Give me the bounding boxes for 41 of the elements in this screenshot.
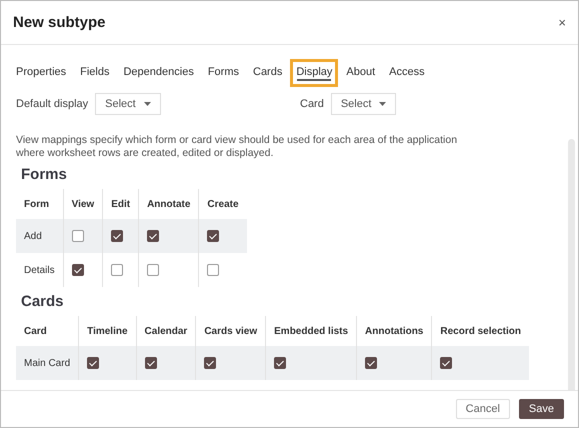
description-text: View mappings specify which form or card view should be used for each area of the application where worksheet rows are created, edited or displayed. [16, 134, 458, 160]
tab[interactable]: Dependencies [117, 59, 200, 87]
checkbox[interactable] [72, 264, 84, 276]
checkbox[interactable] [204, 357, 216, 369]
checkbox[interactable] [87, 357, 100, 369]
row-label: Details [16, 253, 64, 287]
save-button[interactable]: Save [518, 399, 564, 419]
column-header: Card [16, 316, 79, 346]
select-dropdown[interactable]: Select [330, 93, 396, 115]
row-label: Main Card [16, 346, 79, 380]
checkbox[interactable] [147, 230, 160, 242]
cancel-button[interactable]: Cancel [456, 399, 510, 419]
section-heading: Cards [21, 293, 65, 310]
checkbox[interactable] [274, 357, 286, 369]
select-dropdown[interactable]: Select [95, 93, 161, 115]
scrollbar[interactable] [568, 139, 575, 390]
row-label: Add [16, 219, 64, 253]
checkbox[interactable] [111, 264, 124, 276]
section-heading: Forms [21, 166, 68, 183]
dialog-title: New subtype [13, 14, 106, 31]
field-label: Card [300, 98, 324, 110]
checkbox[interactable] [111, 230, 124, 242]
tab[interactable]: Fields [74, 59, 116, 87]
checkbox[interactable] [144, 357, 157, 369]
tab[interactable]: Access [383, 59, 431, 87]
checkbox[interactable] [207, 264, 220, 276]
tab[interactable]: Display [290, 59, 338, 87]
checkbox[interactable] [72, 230, 84, 242]
tab[interactable]: Properties [10, 59, 72, 87]
tab[interactable]: About [340, 59, 382, 87]
checkbox[interactable] [440, 357, 452, 369]
caret-icon [379, 102, 386, 106]
checkbox[interactable] [207, 230, 220, 242]
tab[interactable]: Cards [247, 59, 288, 87]
caret-icon [144, 102, 151, 106]
field-label: Default display [16, 98, 88, 110]
column-header: Form [16, 189, 64, 219]
checkbox[interactable] [147, 264, 160, 276]
close-button[interactable]: × [556, 15, 568, 30]
tab[interactable]: Forms [202, 59, 245, 87]
checkbox[interactable] [365, 357, 378, 369]
